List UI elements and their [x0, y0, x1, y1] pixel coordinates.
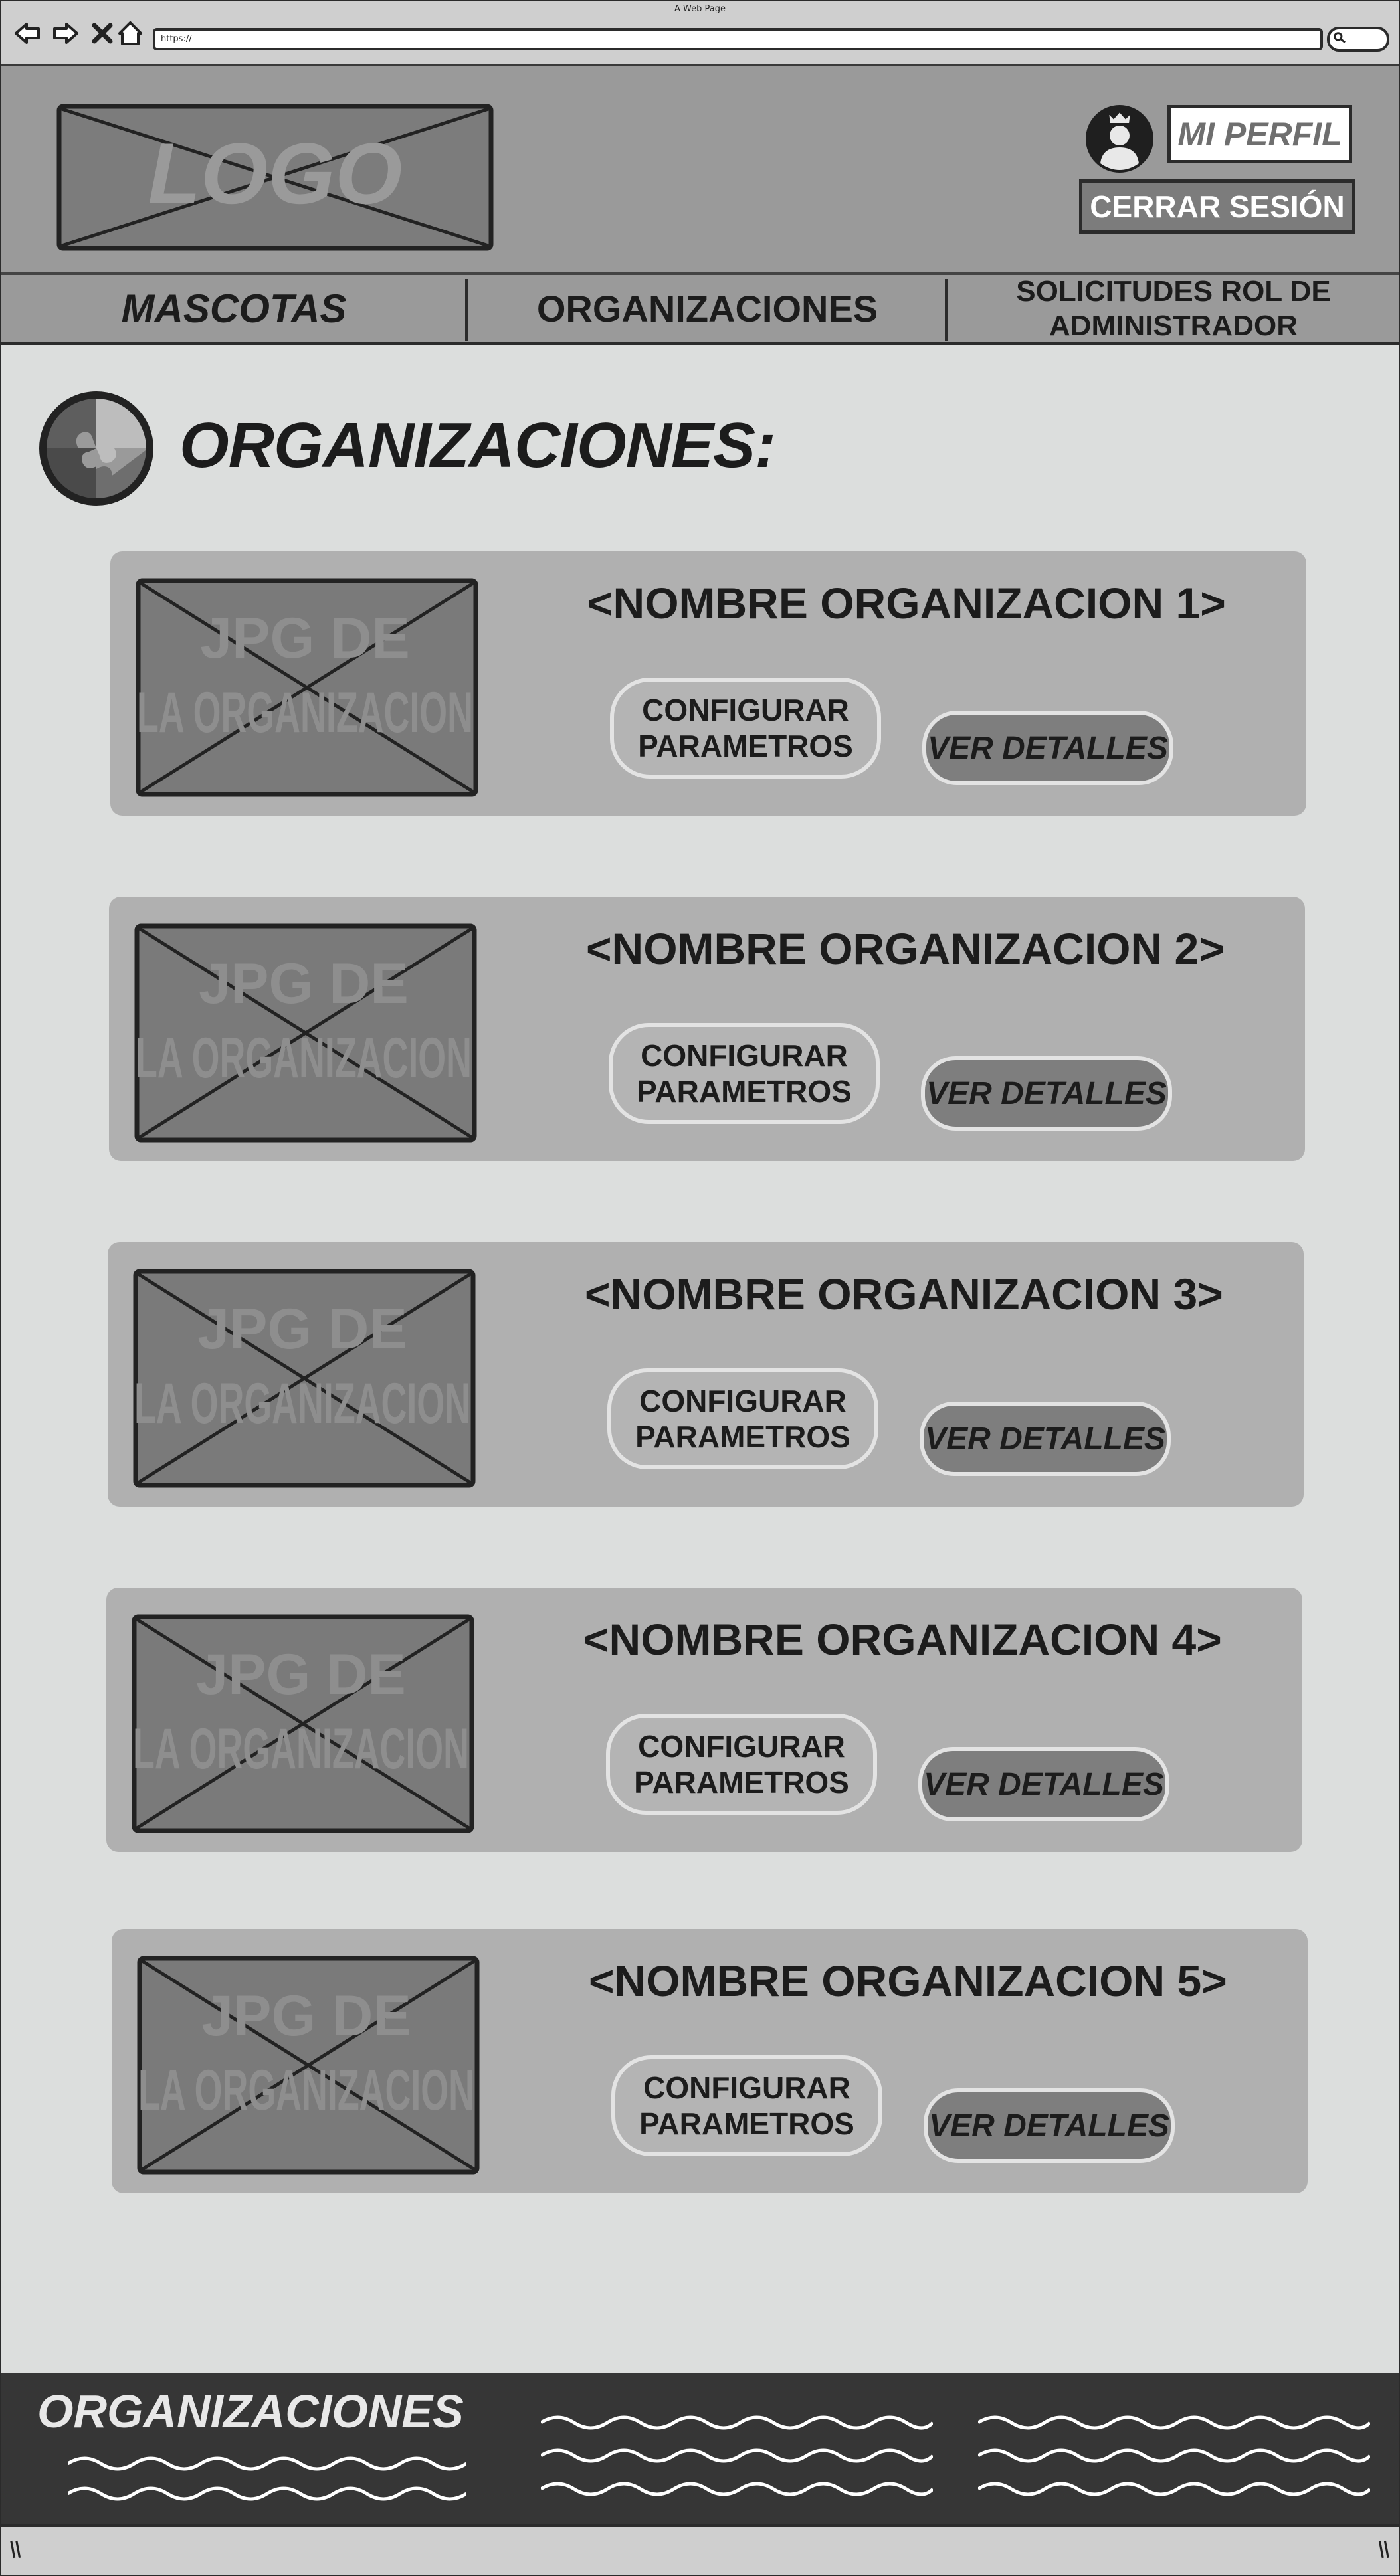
configure-parameters-button[interactable]: CONFIGURAR PARAMETROS — [606, 1714, 877, 1815]
organization-card: JPG DE LA ORGANIZACION <NOMBRE ORGANIZAC… — [109, 897, 1305, 1161]
tab-mascotas[interactable]: MASCOTAS — [1, 275, 466, 342]
my-profile-button[interactable]: MI PERFIL — [1167, 105, 1352, 163]
image-caption-line2: LA ORGANIZACION — [134, 1372, 470, 1435]
tab-label-line2: ADMINISTRADOR — [1049, 309, 1298, 342]
image-placeholder-icon: JPG DE LA ORGANIZACION — [133, 1269, 476, 1488]
organization-card: JPG DE LA ORGANIZACION <NOMBRE ORGANIZAC… — [110, 551, 1306, 816]
window-title: A Web Page — [674, 4, 726, 14]
image-caption-line1: JPG DE — [201, 1984, 411, 2048]
address-bar[interactable]: https:// — [153, 28, 1323, 50]
organization-name: <NOMBRE ORGANIZACION 4> — [583, 1615, 1222, 1664]
tab-admin-role-requests[interactable]: SOLICITUDES ROL DE ADMINISTRADOR — [948, 275, 1399, 342]
image-placeholder-icon: JPG DE LA ORGANIZACION — [134, 923, 477, 1143]
search-icon — [1334, 32, 1346, 43]
image-caption-line2: LA ORGANIZACION — [136, 1026, 472, 1090]
organization-card: JPG DE LA ORGANIZACION <NOMBRE ORGANIZAC… — [106, 1588, 1302, 1852]
nav-divider — [465, 279, 468, 341]
image-caption-line2: LA ORGANIZACION — [133, 1717, 469, 1781]
logo-placeholder: LOGO — [56, 104, 494, 251]
organization-name: <NOMBRE ORGANIZACION 5> — [589, 1956, 1227, 2005]
forward-arrow-icon[interactable] — [50, 19, 80, 48]
configure-parameters-button[interactable]: CONFIGURAR PARAMETROS — [607, 1368, 878, 1469]
button-label-line1: CONFIGURAR — [638, 1729, 845, 1764]
tab-organizaciones[interactable]: ORGANIZACIONES — [470, 275, 945, 342]
page-title: ORGANIZACIONES: — [179, 410, 776, 481]
button-label-line1: CONFIGURAR — [641, 1038, 848, 1073]
image-caption-line1: JPG DE — [199, 952, 408, 1016]
button-label-line2: PARAMETROS — [638, 729, 853, 763]
browser-status-bar — [1, 2524, 1399, 2575]
organization-name: <NOMBRE ORGANIZACION 1> — [587, 579, 1226, 628]
image-caption-line1: JPG DE — [196, 1643, 405, 1706]
close-icon[interactable] — [88, 19, 117, 48]
image-placeholder-icon: JPG DE LA ORGANIZACION — [137, 1956, 480, 2175]
configure-parameters-button[interactable]: CONFIGURAR PARAMETROS — [609, 1023, 880, 1124]
configure-parameters-button[interactable]: CONFIGURAR PARAMETROS — [611, 2055, 882, 2156]
logout-button[interactable]: CERRAR SESIÓN — [1079, 179, 1355, 234]
image-caption-line2: LA ORGANIZACION — [137, 681, 473, 745]
footer-title: ORGANIZACIONES — [37, 2385, 464, 2437]
organization-name: <NOMBRE ORGANIZACION 3> — [585, 1269, 1223, 1319]
logo-text: LOGO — [148, 125, 403, 222]
browser-search-field[interactable] — [1327, 27, 1389, 52]
button-label-line1: CONFIGURAR — [643, 2070, 850, 2105]
button-label-line2: PARAMETROS — [634, 1765, 849, 1799]
view-details-button[interactable]: VER DETALLES — [918, 1747, 1169, 1821]
puzzle-icon — [39, 391, 153, 506]
button-label-line2: PARAMETROS — [635, 1420, 850, 1454]
organization-name: <NOMBRE ORGANIZACION 2> — [586, 924, 1225, 973]
image-placeholder-icon: JPG DE LA ORGANIZACION — [132, 1614, 474, 1833]
button-label-line2: PARAMETROS — [639, 2106, 854, 2141]
button-label-line1: CONFIGURAR — [639, 1384, 847, 1418]
view-details-button[interactable]: VER DETALLES — [921, 1056, 1172, 1131]
wave-pattern-icon — [68, 2456, 466, 2501]
button-label-line1: CONFIGURAR — [642, 693, 849, 727]
image-caption-line1: JPG DE — [200, 606, 409, 670]
image-placeholder-icon: JPG DE LA ORGANIZACION — [136, 578, 478, 797]
main-nav: MASCOTAS ORGANIZACIONES SOLICITUDES ROL … — [1, 272, 1399, 345]
resize-handle-icon[interactable] — [8, 2537, 24, 2561]
wave-pattern-icon — [541, 2415, 933, 2496]
browser-window: A Web Page https:// LOGO MI PERFIL CERRA… — [0, 0, 1400, 2576]
view-details-button[interactable]: VER DETALLES — [924, 2088, 1175, 2163]
organization-card: JPG DE LA ORGANIZACION <NOMBRE ORGANIZAC… — [108, 1242, 1304, 1507]
button-label-line2: PARAMETROS — [637, 1074, 852, 1109]
tab-label-line1: SOLICITUDES ROL DE — [1016, 274, 1331, 308]
view-details-button[interactable]: VER DETALLES — [920, 1402, 1171, 1476]
image-caption-line2: LA ORGANIZACION — [138, 2059, 474, 2122]
site-header: LOGO MI PERFIL CERRAR SESIÓN — [1, 66, 1399, 272]
view-details-button[interactable]: VER DETALLES — [922, 711, 1173, 785]
configure-parameters-button[interactable]: CONFIGURAR PARAMETROS — [610, 678, 881, 779]
site-footer: ORGANIZACIONES — [1, 2373, 1399, 2524]
home-icon[interactable] — [116, 19, 145, 48]
image-caption-line1: JPG DE — [197, 1297, 407, 1361]
user-avatar-icon[interactable] — [1084, 104, 1155, 174]
wave-pattern-icon — [978, 2415, 1370, 2496]
browser-toolbar: A Web Page https:// — [1, 1, 1399, 66]
back-arrow-icon[interactable] — [13, 19, 43, 48]
resize-handle-icon[interactable] — [1375, 2537, 1391, 2561]
organization-card: JPG DE LA ORGANIZACION <NOMBRE ORGANIZAC… — [112, 1929, 1308, 2193]
